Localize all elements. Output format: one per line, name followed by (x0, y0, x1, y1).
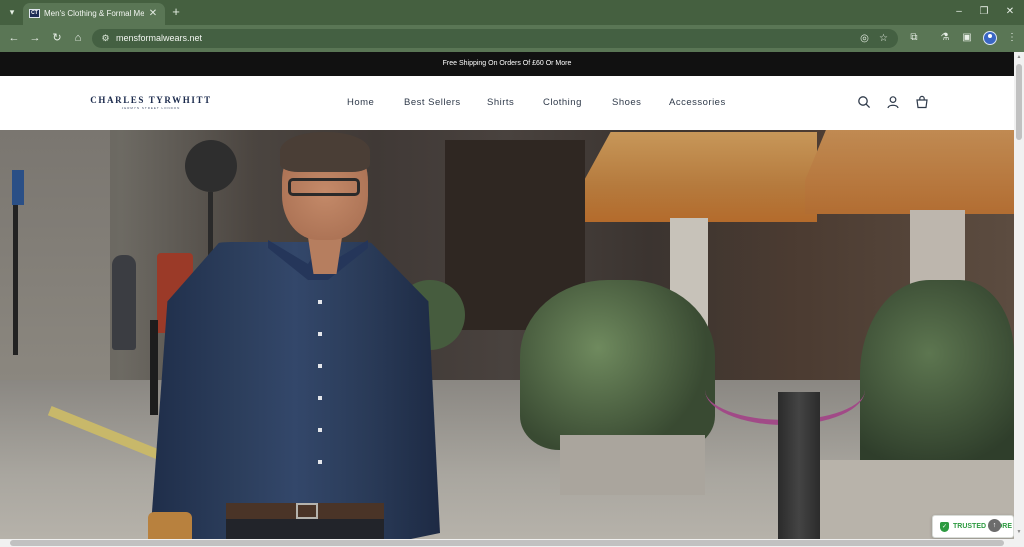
round-street-sign (185, 140, 237, 192)
tab-title: Men's Clothing & Formal Men (44, 9, 144, 18)
nav-home[interactable]: Home (347, 96, 374, 110)
cart-icon[interactable] (915, 95, 929, 109)
orange-awning-1 (577, 132, 817, 222)
logo-tagline: JERMYN STREET LONDON (121, 106, 181, 110)
logo-wordmark: CHARLES TYRWHITT (90, 95, 212, 105)
nav-shoes[interactable]: Shoes (612, 96, 641, 110)
black-bollard (150, 320, 158, 415)
hero-banner[interactable] (0, 130, 1014, 539)
labs-icon[interactable]: ⚗ (938, 31, 952, 45)
nav-shirts[interactable]: Shirts (487, 96, 514, 110)
horizontal-scrollbar[interactable] (0, 539, 1024, 547)
sidebar-icon[interactable]: ▣ (960, 31, 974, 45)
horizontal-scroll-thumb[interactable] (10, 540, 1004, 546)
scroll-down-arrow-icon[interactable]: ▼ (1016, 529, 1022, 536)
new-tab-button[interactable]: + (170, 4, 182, 20)
page-viewport: Free Shipping On Orders Of £60 Or More C… (0, 52, 1014, 539)
belt-buckle (296, 503, 318, 519)
blue-street-sign (12, 170, 24, 205)
extensions-icon[interactable]: ⧉ (907, 31, 921, 45)
brand-logo[interactable]: CHARLES TYRWHITT JERMYN STREET LONDON (88, 95, 214, 115)
url-text[interactable]: mensformalwears.net (116, 32, 202, 45)
shield-check-icon: ✓ (940, 522, 949, 532)
shirt-buttons (318, 300, 322, 490)
model-glasses (288, 178, 360, 196)
search-icon[interactable] (857, 95, 871, 109)
dark-bollard-right (778, 392, 820, 539)
scroll-up-arrow-icon[interactable]: ▲ (1016, 54, 1022, 61)
star-icon[interactable]: ☆ (877, 32, 890, 45)
browser-toolbar: ← → ↻ ⌂ ⚙ mensformalwears.net ◎ ☆ ⧉ ⚗ ▣ … (0, 25, 1024, 52)
model-trousers (226, 519, 384, 539)
address-bar[interactable]: ⚙ mensformalwears.net ◎ ☆ (92, 29, 898, 48)
eye-off-icon[interactable]: ◎ (858, 32, 871, 45)
forward-icon[interactable]: → (28, 31, 42, 45)
browser-tab-bar: ▾ CT Men's Clothing & Formal Men ✕ + – ❐… (0, 0, 1024, 25)
minimize-icon[interactable]: – (952, 5, 966, 19)
scroll-to-top-icon[interactable]: ↑ (988, 519, 1001, 532)
tab-search-icon[interactable]: ▾ (4, 4, 20, 20)
browser-tab[interactable]: CT Men's Clothing & Formal Men ✕ (23, 3, 165, 25)
home-icon[interactable]: ⌂ (71, 31, 85, 45)
nav-best-sellers[interactable]: Best Sellers (404, 96, 461, 110)
nav-accessories[interactable]: Accessories (669, 96, 726, 110)
planter-right-foliage (860, 280, 1014, 490)
planter-middle-foliage (520, 280, 715, 450)
model-hair (280, 132, 370, 172)
site-header: CHARLES TYRWHITT JERMYN STREET LONDON Ho… (0, 76, 1014, 130)
profile-icon[interactable] (983, 31, 997, 45)
trusted-store-badge[interactable]: ✓ TRUSTED STORE (932, 515, 1014, 538)
account-icon[interactable] (886, 95, 900, 109)
leather-bag-handle (148, 512, 192, 539)
model-torso (150, 242, 440, 539)
trusted-store-text: TRUSTED STORE (953, 523, 1012, 530)
announcement-bar: Free Shipping On Orders Of £60 Or More (0, 52, 1014, 76)
vertical-scrollbar[interactable]: ▲ ▼ (1014, 52, 1024, 539)
tab-close-icon[interactable]: ✕ (147, 8, 159, 20)
site-favicon: CT (29, 9, 40, 18)
close-window-icon[interactable]: ✕ (1003, 5, 1017, 19)
planter-middle-pot (560, 435, 705, 495)
back-icon[interactable]: ← (7, 31, 21, 45)
menu-icon[interactable]: ⋮ (1005, 31, 1019, 45)
orange-awning-2 (805, 130, 1014, 214)
vertical-scroll-thumb[interactable] (1016, 64, 1022, 140)
pedestrian-blur (112, 255, 136, 350)
reload-icon[interactable]: ↻ (50, 31, 64, 45)
site-info-icon[interactable]: ⚙ (99, 32, 112, 45)
nav-clothing[interactable]: Clothing (543, 96, 582, 110)
maximize-icon[interactable]: ❐ (977, 5, 991, 19)
lamp-post-left (13, 205, 18, 355)
